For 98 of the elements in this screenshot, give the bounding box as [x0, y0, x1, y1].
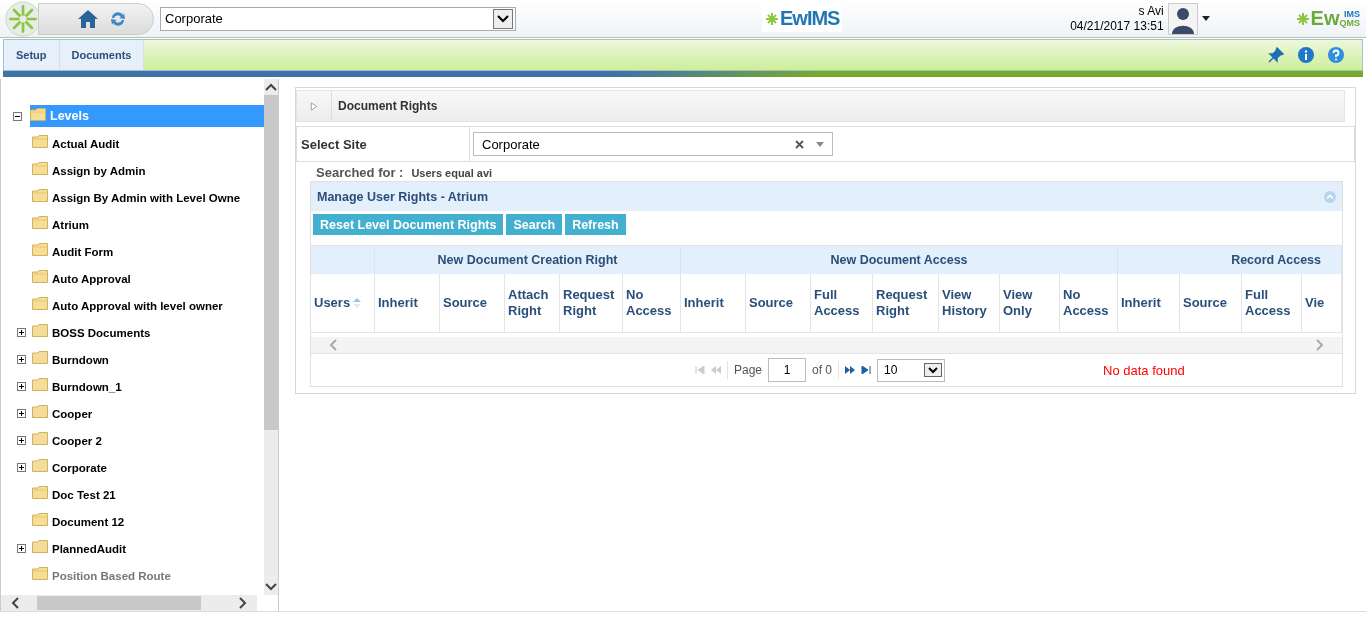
- folder-icon: [32, 513, 48, 526]
- folder-icon: [30, 107, 46, 121]
- ewims-logo: EwIMS: [762, 5, 843, 32]
- folder-icon: [32, 324, 48, 337]
- home-icon[interactable]: [77, 7, 99, 30]
- page-count: of 0: [812, 363, 833, 377]
- scroll-right-icon[interactable]: [239, 597, 247, 609]
- tree-item[interactable]: Burndown_1: [32, 375, 264, 398]
- column-header[interactable]: View Only: [1000, 274, 1060, 332]
- folder-icon: [32, 351, 48, 364]
- chevron-down-icon[interactable]: [493, 8, 513, 29]
- folder-icon: [32, 135, 48, 148]
- expand-toggle-icon[interactable]: [17, 463, 26, 472]
- vertical-scrollbar[interactable]: [264, 79, 278, 595]
- user-name: s Avi: [1138, 3, 1164, 19]
- nav-tab[interactable]: Setup: [4, 40, 60, 70]
- tree-item[interactable]: Auto Approval with level owner: [32, 294, 264, 317]
- tree-item[interactable]: Burndown: [32, 348, 264, 371]
- column-header[interactable]: No Access: [623, 274, 681, 332]
- column-header[interactable]: Inherit: [375, 274, 440, 332]
- horizontal-scrollbar[interactable]: [1, 595, 257, 611]
- expand-toggle-icon[interactable]: [17, 436, 26, 445]
- no-data-message: No data found: [1103, 362, 1185, 378]
- search-criteria: Users equal avi: [411, 167, 493, 179]
- grid-title: Manage User Rights - Atrium: [317, 189, 489, 204]
- scroll-left-icon[interactable]: [11, 597, 19, 609]
- column-header[interactable]: Attach Right: [505, 274, 560, 332]
- column-header[interactable]: No Access: [1060, 274, 1118, 332]
- column-header[interactable]: Source: [1180, 274, 1242, 332]
- folder-icon: [32, 162, 48, 175]
- site-select-field[interactable]: Corporate: [473, 132, 833, 156]
- tree-item[interactable]: Document 12: [32, 510, 264, 533]
- clear-icon[interactable]: [795, 139, 804, 149]
- tree-item[interactable]: Cooper 2: [32, 429, 264, 452]
- refresh-icon[interactable]: [109, 9, 127, 28]
- column-header[interactable]: Source: [746, 274, 811, 332]
- tree-item[interactable]: Doc Test 21: [32, 483, 264, 506]
- page-label: Page: [734, 363, 763, 377]
- folder-icon: [32, 297, 48, 310]
- tree-item[interactable]: Atrium: [32, 213, 264, 236]
- column-header[interactable]: Inherit: [681, 274, 746, 332]
- pin-icon[interactable]: [1268, 47, 1284, 63]
- tree-item[interactable]: Cooper: [32, 402, 264, 425]
- page-number-field[interactable]: 1: [768, 358, 807, 382]
- folder-icon: [32, 189, 48, 202]
- expand-toggle-icon[interactable]: [17, 328, 26, 337]
- panel-title: Document Rights: [338, 99, 438, 113]
- tree-item[interactable]: PlannedAudit: [32, 537, 264, 560]
- column-group-header: Record Access: [1231, 253, 1321, 267]
- folder-icon: [32, 405, 48, 418]
- expand-toggle-icon[interactable]: [17, 355, 26, 364]
- chevron-down-icon[interactable]: [924, 363, 943, 377]
- column-header[interactable]: View History: [939, 274, 1000, 332]
- column-group-header: New Document Access: [830, 253, 968, 267]
- info-icon[interactable]: [1298, 47, 1314, 63]
- column-header[interactable]: Vie: [1302, 274, 1342, 332]
- folder-icon: [32, 486, 48, 499]
- scroll-up-icon[interactable]: [265, 83, 277, 91]
- scroll-down-icon[interactable]: [265, 583, 277, 591]
- expand-toggle-icon[interactable]: [17, 382, 26, 391]
- column-header[interactable]: Full Access: [1242, 274, 1302, 332]
- column-group-header: New Document Creation Right: [437, 253, 618, 267]
- column-header[interactable]: Full Access: [811, 274, 873, 332]
- folder-icon: [32, 432, 48, 445]
- tree-item[interactable]: BOSS Documents: [32, 321, 264, 344]
- folder-icon: [32, 459, 48, 472]
- expand-toggle-icon[interactable]: [17, 409, 26, 418]
- tree-item[interactable]: Corporate: [32, 456, 264, 479]
- tree-item[interactable]: Assign by Admin: [32, 159, 264, 182]
- last-page-icon[interactable]: [861, 366, 872, 374]
- dropdown-triangle-icon[interactable]: [816, 139, 824, 149]
- collapse-toggle-icon[interactable]: [13, 111, 22, 121]
- folder-icon: [32, 270, 48, 283]
- select-site-label: Select Site: [297, 127, 470, 161]
- folder-icon: [32, 243, 48, 256]
- tree-item[interactable]: Audit Form: [32, 240, 264, 263]
- help-icon[interactable]: [1328, 47, 1344, 63]
- tree-item[interactable]: Actual Audit: [32, 132, 264, 155]
- column-header[interactable]: Request Right: [560, 274, 623, 332]
- next-page-icon[interactable]: [845, 366, 856, 374]
- folder-icon: [32, 540, 48, 553]
- column-header[interactable]: Inherit: [1118, 274, 1180, 332]
- folder-icon: [32, 216, 48, 229]
- date-time: 04/21/2017 13:51: [1070, 18, 1164, 34]
- searched-for-label: Searched for :: [316, 165, 404, 180]
- column-header[interactable]: Users: [311, 274, 375, 332]
- page-size-dropdown[interactable]: 10: [877, 358, 946, 382]
- folder-icon: [32, 567, 48, 580]
- tree-item[interactable]: Auto Approval: [32, 267, 264, 290]
- nav-tab[interactable]: Documents: [59, 40, 145, 70]
- column-header[interactable]: Request Right: [873, 274, 939, 332]
- user-avatar-icon[interactable]: [1167, 2, 1198, 35]
- caret-icon[interactable]: [1201, 16, 1210, 21]
- folder-icon: [32, 378, 48, 391]
- tree-item[interactable]: Assign By Admin with Level Owne: [32, 186, 264, 209]
- column-header[interactable]: Source: [440, 274, 505, 332]
- expand-toggle-icon[interactable]: [17, 544, 26, 553]
- site-dropdown[interactable]: Corporate: [160, 6, 516, 31]
